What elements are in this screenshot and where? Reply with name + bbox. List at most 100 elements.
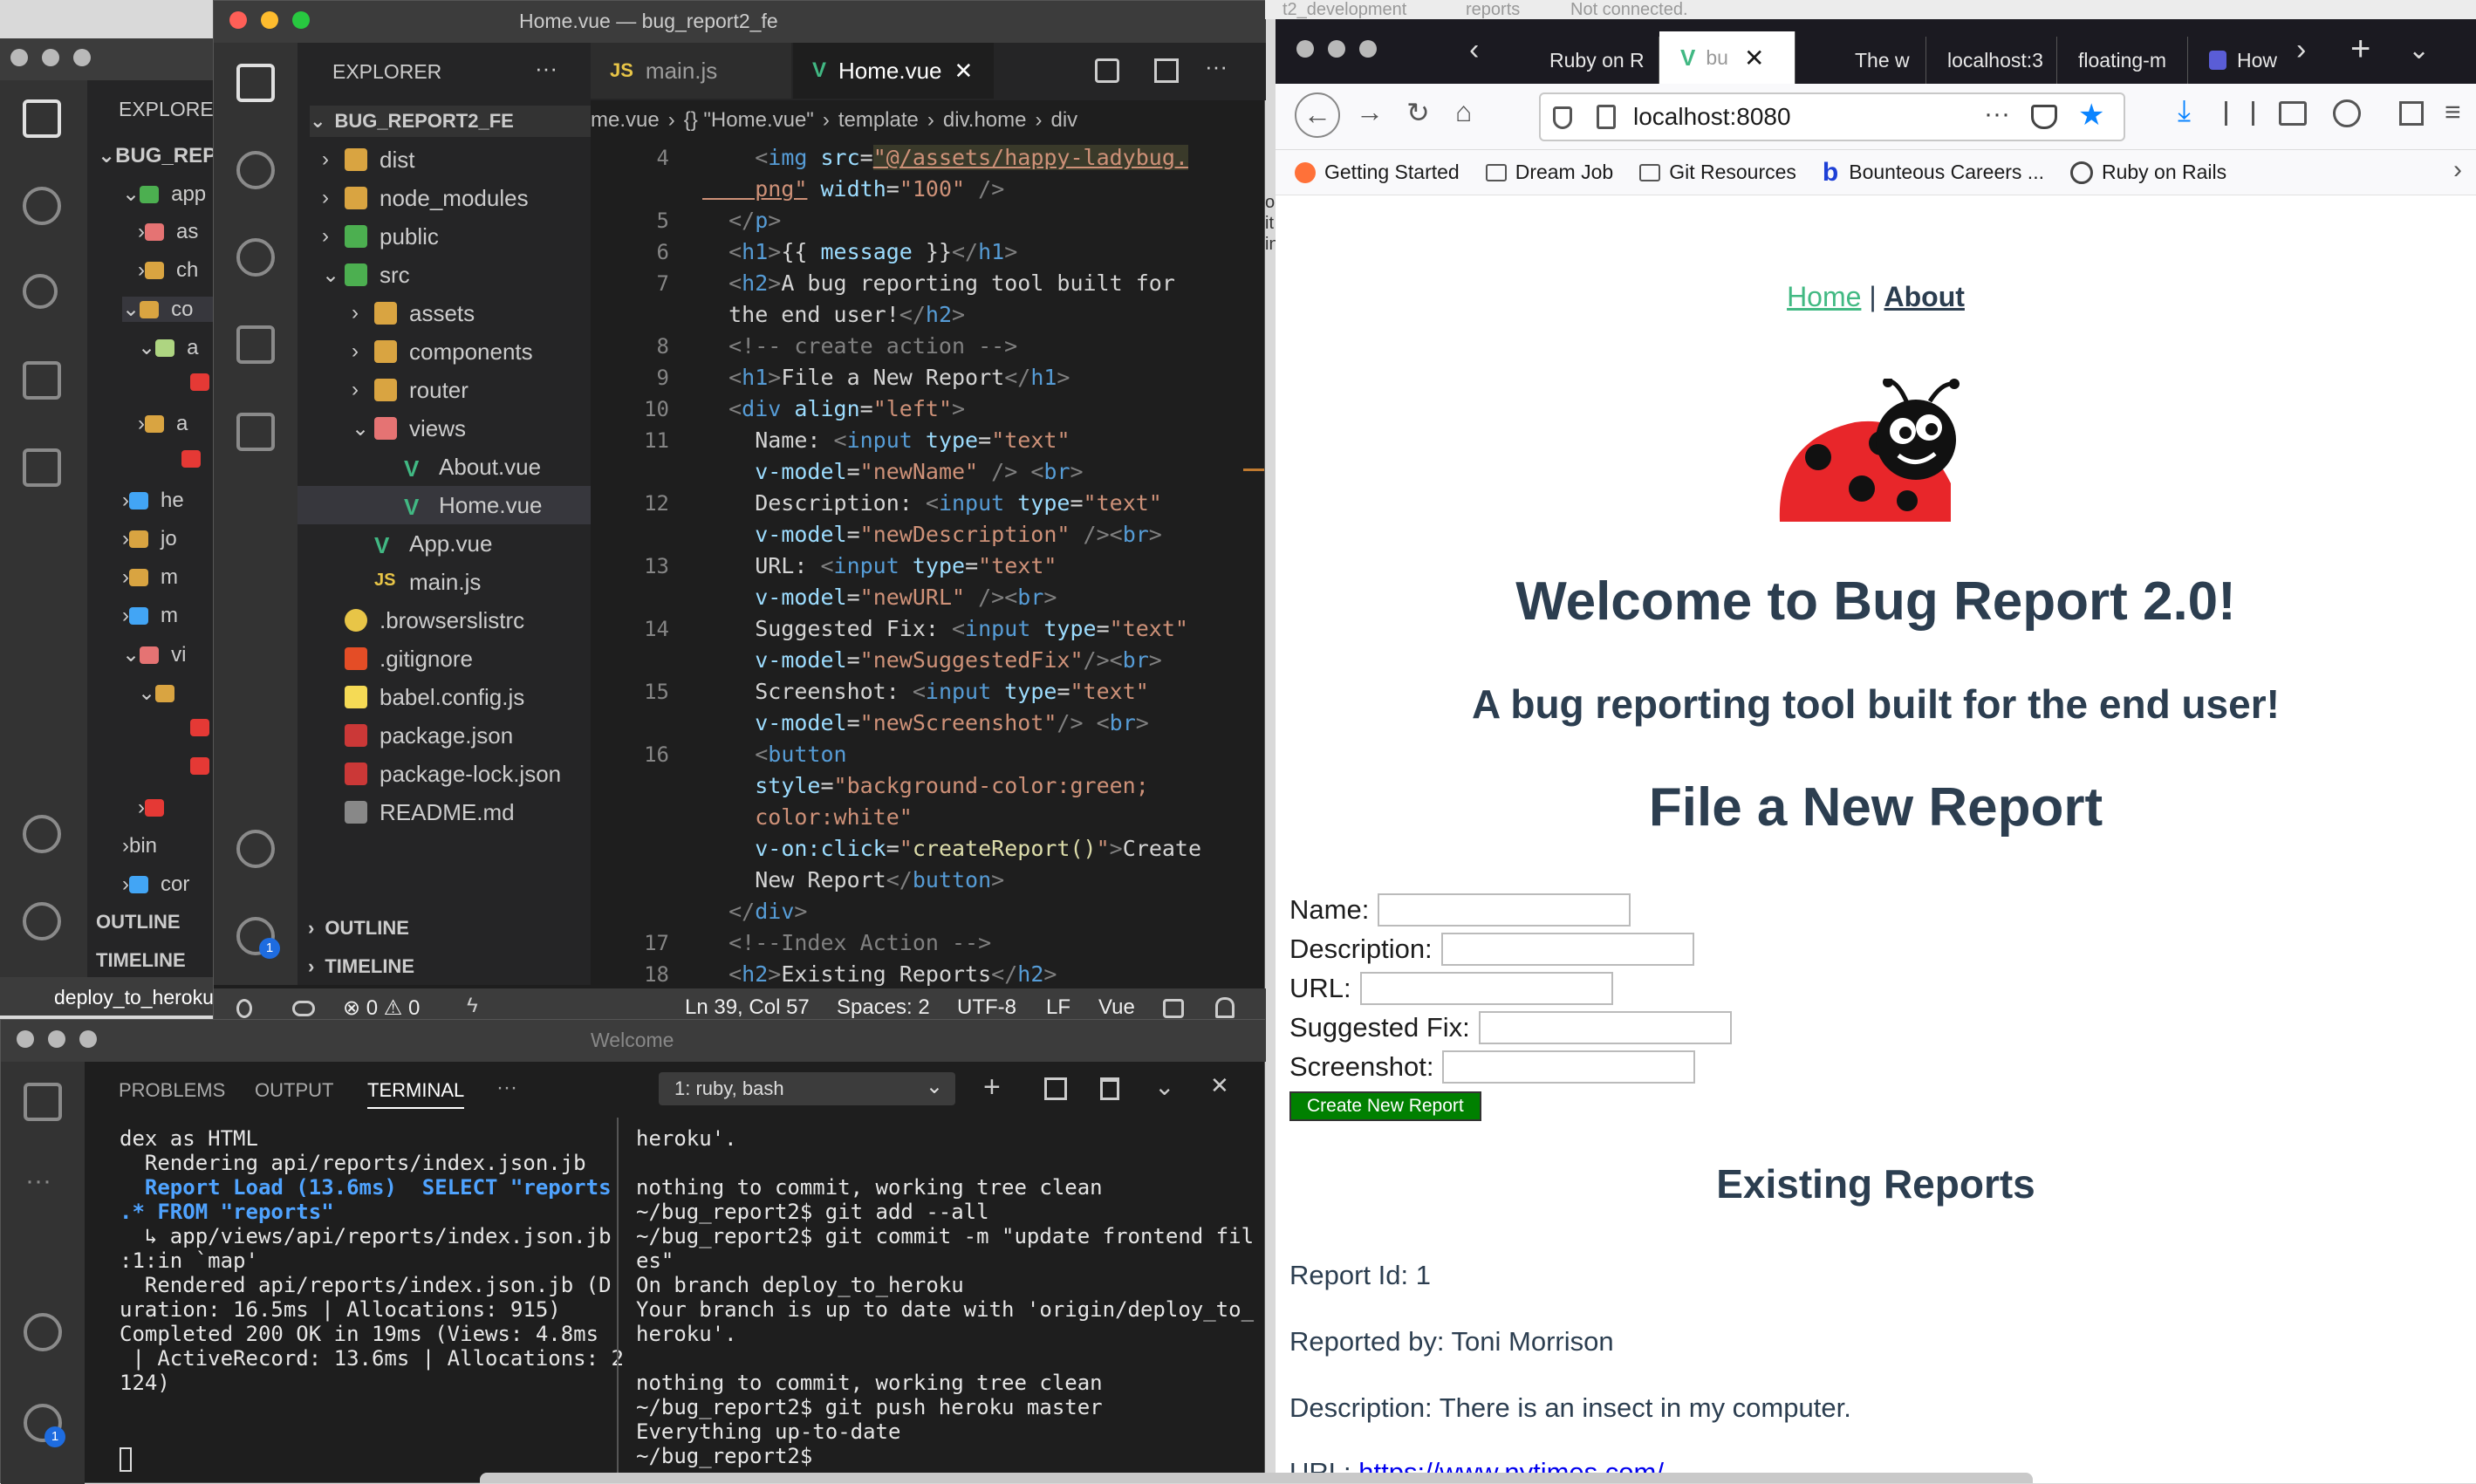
tree-item[interactable]: ⌄ xyxy=(138,680,187,706)
close-dot-icon[interactable] xyxy=(17,1030,34,1048)
extensions-icon[interactable] xyxy=(236,413,275,451)
chevron-icon[interactable]: › xyxy=(352,378,374,402)
files-icon[interactable] xyxy=(236,64,275,102)
chevron-icon[interactable]: › xyxy=(322,147,345,172)
home-icon[interactable]: ⌂ xyxy=(1455,96,1472,128)
screenshot-input[interactable] xyxy=(1442,1050,1696,1084)
branch-name[interactable]: deploy_to_heroku xyxy=(54,986,214,1009)
pocket-icon[interactable] xyxy=(2031,105,2057,129)
extensions-icon[interactable] xyxy=(23,448,61,487)
minimize-dot-icon[interactable] xyxy=(261,11,278,29)
nav-about-link[interactable]: About xyxy=(1884,281,1965,312)
close-dot-icon[interactable] xyxy=(1296,40,1314,58)
more-actions-icon[interactable]: ··· xyxy=(535,55,557,82)
tab-output[interactable]: OUTPUT xyxy=(255,1079,333,1102)
tab-problems[interactable]: PROBLEMS xyxy=(119,1079,225,1102)
tree-item[interactable]: V About.vue xyxy=(298,448,591,486)
tree-root[interactable]: ⌄ BUG_REPORT2_FE xyxy=(310,106,591,137)
reload-icon[interactable]: ↻ xyxy=(1406,96,1430,129)
bell-icon[interactable] xyxy=(1215,997,1235,1018)
maximize-panel-icon[interactable]: ⌄ xyxy=(1154,1072,1174,1101)
close-dot-icon[interactable] xyxy=(229,11,247,29)
close-tab-icon[interactable]: ✕ xyxy=(1744,44,1764,72)
tree-item[interactable]: ⌄ vi xyxy=(122,642,186,667)
language-mode[interactable]: Vue xyxy=(1098,995,1135,1020)
tree-item[interactable]: › bin xyxy=(122,834,157,858)
tree-item[interactable]: › cor xyxy=(122,872,189,897)
run-debug-icon[interactable] xyxy=(23,361,61,400)
minimize-dot-icon[interactable] xyxy=(42,49,59,66)
encoding[interactable]: UTF-8 xyxy=(957,995,1016,1020)
lightning-icon[interactable]: ϟ xyxy=(467,994,478,1018)
outline-section[interactable]: › OUTLINE xyxy=(308,917,409,940)
library-icon[interactable] xyxy=(2225,101,2254,126)
breadcrumb-item[interactable]: div xyxy=(1051,108,1078,133)
close-tab-icon[interactable]: ✕ xyxy=(954,58,974,85)
cursor-position[interactable]: Ln 39, Col 57 xyxy=(685,995,810,1020)
breadcrumb-item[interactable]: {} "Home.vue" xyxy=(684,108,814,133)
files-icon[interactable] xyxy=(24,1083,62,1121)
feedback-icon[interactable] xyxy=(1163,999,1184,1018)
editor-more-icon[interactable]: ··· xyxy=(1205,53,1228,80)
tab-the-w[interactable]: The w xyxy=(1795,37,1926,84)
breadcrumb-item[interactable]: me.vue xyxy=(591,108,660,133)
tree-item[interactable]: package.json xyxy=(298,716,591,755)
tree-item[interactable]: › jo xyxy=(122,527,177,551)
files-icon[interactable] xyxy=(23,99,61,138)
account-icon[interactable] xyxy=(24,1313,62,1351)
chevron-icon[interactable]: ⌄ xyxy=(352,416,374,441)
bookmark-dream-job[interactable]: Dream Job xyxy=(1485,161,1613,184)
name-input[interactable] xyxy=(1378,892,1631,927)
tab-how[interactable]: How xyxy=(2188,37,2293,84)
tree-item[interactable]: ⌄ a xyxy=(138,335,198,360)
back-outline-section[interactable]: OUTLINE xyxy=(96,911,181,933)
minimize-dot-icon[interactable] xyxy=(48,1030,65,1048)
tab-scroll-right-icon[interactable]: › xyxy=(2296,33,2306,67)
downloads-icon[interactable]: ⤓ xyxy=(2178,94,2191,128)
tree-item[interactable]: JS main.js xyxy=(298,563,591,601)
menu-icon[interactable]: ≡ xyxy=(2445,96,2461,128)
zoom-dot-icon[interactable] xyxy=(1359,40,1377,58)
source-control-icon[interactable] xyxy=(23,274,58,309)
settings-gear-icon[interactable] xyxy=(23,902,61,940)
tree-item-selected[interactable]: V Home.vue xyxy=(298,486,591,524)
tree-item[interactable]: ⌄ src xyxy=(298,256,591,294)
run-debug-icon[interactable] xyxy=(236,325,275,364)
tree-item[interactable]: › public xyxy=(298,217,591,256)
nav-home-link[interactable]: Home xyxy=(1787,281,1861,312)
terminal-left-pane[interactable]: dex as HTML Rendering api/reports/index.… xyxy=(120,1126,624,1458)
indent-setting[interactable]: Spaces: 2 xyxy=(837,995,930,1020)
breadcrumb-item[interactable]: template xyxy=(838,108,919,133)
search-icon[interactable] xyxy=(236,151,275,189)
new-terminal-icon[interactable]: + xyxy=(983,1070,1001,1104)
page-actions-icon[interactable]: ··· xyxy=(1984,99,2010,129)
terminal-right-pane[interactable]: heroku'. nothing to commit, working tree … xyxy=(636,1126,1255,1475)
tree-item[interactable]: › dist xyxy=(298,140,591,179)
tab-localhost-3000[interactable]: localhost:3 xyxy=(1926,37,2057,84)
tab-bug-report-active[interactable]: V bu ✕ xyxy=(1659,31,1795,84)
account-icon[interactable] xyxy=(2333,99,2361,127)
close-panel-icon[interactable]: ✕ xyxy=(1210,1072,1229,1099)
sync-icon[interactable] xyxy=(292,1001,315,1016)
panel-more-icon[interactable]: ··· xyxy=(496,1076,517,1100)
chevron-icon[interactable]: › xyxy=(322,224,345,249)
search-icon[interactable] xyxy=(23,187,61,225)
tree-item[interactable]: › m xyxy=(122,604,178,628)
list-all-tabs-icon[interactable]: ⌄ xyxy=(2408,35,2430,65)
tree-item[interactable]: package-lock.json xyxy=(298,755,591,793)
shield-icon[interactable] xyxy=(1553,106,1572,129)
split-editor-icon[interactable] xyxy=(1154,58,1179,83)
tab-terminal[interactable]: TERMINAL xyxy=(367,1079,465,1109)
tab-ruby-on-rails[interactable]: Ruby on R xyxy=(1529,37,1659,84)
back-timeline-section[interactable]: TIMELINE xyxy=(96,949,186,972)
url-bar[interactable]: localhost:8080 ··· ★ xyxy=(1539,92,2125,141)
line-ending[interactable]: LF xyxy=(1046,995,1070,1020)
chevron-icon[interactable]: ⌄ xyxy=(322,263,345,288)
code-editor[interactable]: <img src="@/assets/happy-ladybug. png" w… xyxy=(702,142,1261,988)
breadcrumb-item[interactable]: div.home xyxy=(943,108,1027,133)
tree-item[interactable]: › xyxy=(138,796,176,820)
account-icon[interactable] xyxy=(236,830,275,868)
tree-item[interactable]: .gitignore xyxy=(298,639,591,678)
chevron-icon[interactable]: › xyxy=(322,186,345,210)
tree-item[interactable]: babel.config.js xyxy=(298,678,591,716)
